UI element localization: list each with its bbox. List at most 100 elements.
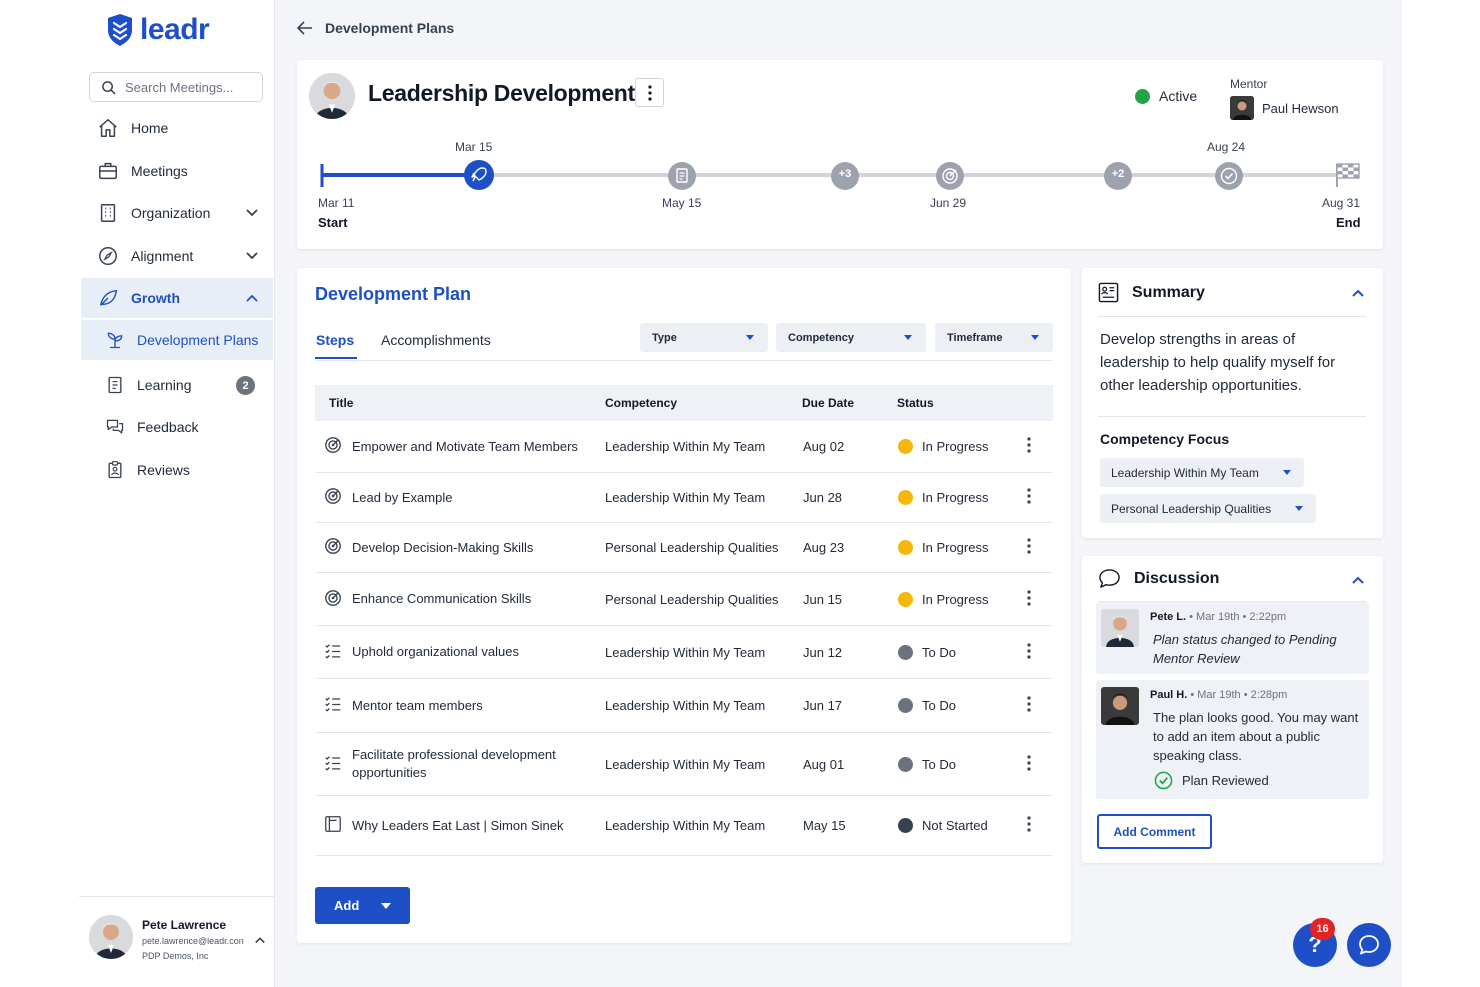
sidebar-item-alignment[interactable]: Alignment [81, 236, 273, 276]
type-filter[interactable]: Type [640, 323, 768, 352]
step-competency: Leadership Within My Team [605, 756, 766, 772]
back-link[interactable]: Development Plans [297, 20, 454, 36]
comment-text: The plan looks good. You may want to add… [1153, 710, 1359, 763]
chevron-up-icon[interactable] [1351, 574, 1365, 586]
caret-down-icon [381, 903, 391, 909]
step-title[interactable]: Mentor team members [352, 697, 592, 715]
status-badge: In Progress [898, 591, 988, 607]
sidebar-item-development-plans[interactable]: Development Plans [81, 320, 273, 360]
discussion-header[interactable]: Discussion [1098, 568, 1219, 589]
target-icon [324, 436, 342, 457]
status-label: In Progress [922, 490, 989, 505]
status-label: To Do [922, 756, 956, 772]
sidebar-item-label: Feedback [137, 419, 199, 435]
sidebar-item-learning[interactable]: Learning 2 [81, 365, 273, 405]
table-row[interactable]: Uphold organizational values Leadership W… [315, 626, 1053, 679]
step-title[interactable]: Facilitate professional development oppo… [352, 746, 592, 782]
add-comment-button[interactable]: Add Comment [1097, 814, 1212, 849]
table-row[interactable]: Develop Decision-Making Skills Personal L… [315, 523, 1053, 573]
step-title[interactable]: Develop Decision-Making Skills [352, 539, 592, 557]
summary-card: Summary Develop strengths in areas of le… [1082, 268, 1383, 538]
column-header-competency[interactable]: Competency [605, 396, 677, 410]
sidebar-item-meetings[interactable]: Meetings [81, 151, 273, 191]
timeframe-filter[interactable]: Timeframe [935, 323, 1053, 352]
step-title[interactable]: Enhance Communication Skills [352, 590, 592, 608]
add-button[interactable]: Add [315, 887, 410, 924]
development-plan-card: Development Plan Steps Accomplishments T… [297, 268, 1071, 943]
sidebar-item-growth[interactable]: Growth [81, 278, 273, 318]
competency-focus-label: Competency Focus [1100, 431, 1230, 447]
sidebar-item-label: Reviews [137, 462, 190, 478]
sidebar-item-feedback[interactable]: Feedback [81, 407, 273, 447]
status-label: In Progress [922, 439, 989, 454]
row-menu-icon[interactable] [1027, 642, 1031, 662]
search-box[interactable] [89, 72, 263, 102]
user-profile-card[interactable]: Pete Lawrence pete.lawrence@leadr.con PD… [79, 896, 275, 987]
step-competency: Personal Leadership Qualities [605, 591, 779, 607]
chat-bubbles-icon [106, 419, 124, 434]
competency-chip[interactable]: Personal Leadership Qualities [1100, 494, 1316, 523]
row-menu-icon[interactable] [1027, 538, 1031, 557]
step-due-date: Jun 15 [803, 591, 843, 607]
step-title[interactable]: Why Leaders Eat Last | Simon Sinek [352, 817, 592, 835]
comment-author: Pete L. [1150, 611, 1187, 623]
chevron-down-icon [246, 209, 258, 217]
section-title: Development Plan [315, 284, 472, 304]
competency-chip[interactable]: Leadership Within My Team [1100, 458, 1304, 487]
table-row[interactable]: Empower and Motivate Team Members Leaders… [315, 421, 1053, 473]
comment-meta: Pete L. • Mar 19th • 2:22pm [1150, 611, 1286, 623]
search-icon [102, 80, 116, 95]
row-menu-icon[interactable] [1027, 437, 1031, 456]
table-row[interactable]: Why Leaders Eat Last | Simon Sinek Leader… [315, 796, 1053, 856]
tab-accomplishments[interactable]: Accomplishments [381, 332, 491, 348]
search-input[interactable] [125, 79, 255, 95]
step-competency: Leadership Within My Team [605, 698, 766, 713]
tab-steps[interactable]: Steps [316, 332, 354, 348]
logo[interactable]: leadr [106, 13, 210, 47]
check-milestone-icon[interactable] [1214, 161, 1244, 191]
timeline-start-date: Mar 11 [318, 196, 355, 210]
summary-header[interactable]: Summary [1098, 282, 1205, 303]
add-button-label: Add [334, 898, 360, 913]
row-menu-icon[interactable] [1027, 696, 1031, 715]
sidebar-item-reviews[interactable]: Reviews [81, 450, 273, 490]
row-menu-icon[interactable] [1027, 816, 1031, 835]
timeline-end-label: End [1336, 215, 1361, 230]
target-icon [324, 487, 342, 508]
chat-bubble-icon [1099, 569, 1120, 588]
column-header-due-date[interactable]: Due Date [802, 396, 854, 410]
row-menu-icon[interactable] [1027, 589, 1031, 609]
chat-button[interactable] [1347, 923, 1391, 967]
sidebar-item-organization[interactable]: Organization [81, 193, 273, 233]
table-row[interactable]: Mentor team members Leadership Within My … [315, 679, 1053, 733]
target-milestone-icon[interactable] [935, 161, 965, 191]
table-row[interactable]: Lead by Example Leadership Within My Team… [315, 473, 1053, 523]
column-header-title[interactable]: Title [329, 396, 353, 410]
plan-header-card: Leadership Development Active Mentor Pau… [297, 60, 1383, 249]
summary-title: Summary [1132, 283, 1205, 301]
timeline-track [320, 164, 1347, 187]
table-row[interactable]: Enhance Communication Skills Personal Lea… [315, 573, 1053, 626]
document-milestone-icon[interactable] [667, 161, 697, 191]
step-due-date: Jun 17 [803, 698, 843, 713]
rocket-milestone-icon[interactable] [462, 158, 496, 192]
arrow-left-icon [297, 21, 312, 35]
chevron-up-icon[interactable] [1351, 287, 1365, 299]
step-title[interactable]: Lead by Example [352, 489, 592, 507]
chat-icon [1359, 935, 1379, 955]
chevron-up-icon [255, 937, 265, 944]
competency-filter[interactable]: Competency [776, 323, 926, 352]
sidebar-item-home[interactable]: Home [81, 108, 273, 148]
sidebar-item-label: Home [131, 120, 169, 136]
step-title[interactable]: Empower and Motivate Team Members [352, 438, 592, 456]
row-menu-icon[interactable] [1027, 754, 1031, 774]
column-header-status[interactable]: Status [897, 396, 934, 410]
comment-author: Paul H. [1150, 689, 1188, 701]
status-badge: To Do [898, 644, 956, 660]
step-title[interactable]: Uphold organizational values [352, 643, 592, 661]
leadr-logo-icon [108, 14, 132, 46]
caret-down-icon [746, 335, 754, 340]
notification-badge: 16 [1310, 918, 1335, 940]
row-menu-icon[interactable] [1027, 488, 1031, 507]
table-row[interactable]: Facilitate professional development oppo… [315, 733, 1053, 796]
